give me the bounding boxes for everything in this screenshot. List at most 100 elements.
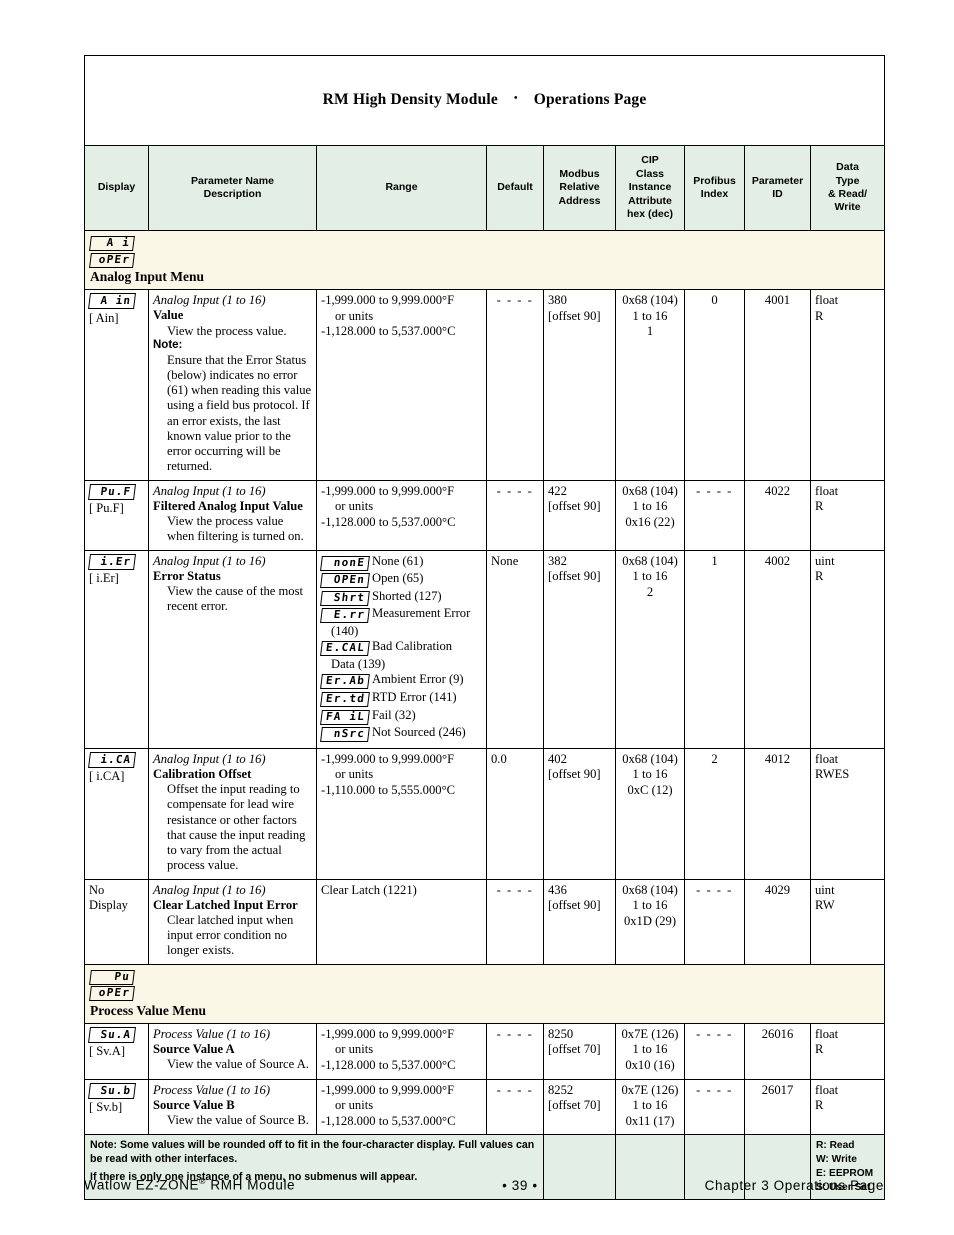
cell-profibus-index: - - - - <box>684 479 745 551</box>
column-header-data-type-line2: Type <box>835 174 860 187</box>
parameter-id: 26016 <box>761 1026 794 1041</box>
modbus-offset: [offset 90] <box>548 569 601 584</box>
column-header-range: Range <box>316 145 487 231</box>
parameter-row: No Display Analog Input (1 to 16) Clear La… <box>84 878 886 965</box>
modbus-offset: [offset 90] <box>548 767 601 782</box>
cell-modbus-address: 422 [offset 90] <box>543 479 616 551</box>
operations-page-table-container: RM High Density Module • Operations Page D… <box>83 55 886 1200</box>
range-fahrenheit: -1,999.000 to 9,999.000°F <box>321 751 455 766</box>
column-header-default: Default <box>486 145 544 231</box>
menu-display-codes: A i oPEr <box>89 236 879 268</box>
range-units: or units <box>335 499 374 514</box>
range-enum-label: Ambient Error (9) <box>372 672 464 687</box>
menu-section-title: Process Value Menu <box>90 1002 207 1018</box>
parameter-display-alt: [ i.CA] <box>89 769 125 784</box>
range-enum-display-code: E.CAL <box>320 641 370 656</box>
column-header-row: Display Parameter Name Description Range … <box>84 145 886 231</box>
default-value: - - - - <box>496 1082 534 1097</box>
parameter-name: Calibration Offset <box>153 766 252 781</box>
parameter-id: 4022 <box>764 483 791 498</box>
range-celsius: -1,128.000 to 5,537.000°C <box>321 1058 456 1073</box>
column-header-cip-line1: CIP <box>641 154 659 167</box>
page-title-section: Operations Page <box>533 91 647 109</box>
profibus-index: - - - - <box>696 1026 733 1041</box>
cell-data-type: float R <box>809 479 886 551</box>
column-header-cip-line5: hex (dec) <box>626 208 674 221</box>
cip-instance: 1 to 16 <box>632 499 668 514</box>
cell-data-type: float RWES <box>809 747 886 880</box>
modbus-address: 402 <box>548 751 567 766</box>
range-fahrenheit: -1,999.000 to 9,999.000°F <box>321 1026 455 1041</box>
parameter-display-code: Su.b <box>87 1082 137 1100</box>
parameter-description: View the process value when filtering is… <box>167 514 304 544</box>
data-type: float <box>815 483 839 498</box>
parameter-display-code: i.CA <box>87 751 137 769</box>
cell-data-type: float R <box>809 1078 886 1136</box>
read-write-flags: R <box>815 308 824 323</box>
cell-display: Pu.F[ Pu.F] <box>84 479 149 551</box>
table-title-row: RM High Density Module • Operations Page <box>83 55 886 146</box>
range-enum-display-code: Er.td <box>320 692 370 707</box>
parameter-name: Value <box>153 308 184 323</box>
read-write-flags: RW <box>815 898 835 913</box>
column-header-data-type: Data Type & Read/Write <box>809 145 886 231</box>
range-enum-display-code: nSrc <box>320 727 370 742</box>
range-units: or units <box>335 767 374 782</box>
column-header-cip-line4: Attribute <box>628 194 672 207</box>
parameter-name: Clear Latched Input Error <box>153 897 298 912</box>
data-type: uint <box>815 553 835 568</box>
modbus-address: 422 <box>548 483 567 498</box>
parameter-display-alt: [ Pu.F] <box>89 500 124 515</box>
menu-section-header-cell: A i oPEr Analog Input Menu <box>83 229 886 291</box>
table-header: RM High Density Module • Operations Page D… <box>83 55 886 231</box>
cell-parameter: Process Value (1 to 16) Source Value A Vie… <box>148 1022 317 1080</box>
range-enum-option: E.CAL Bad Calibration <box>320 639 482 656</box>
range-enum-option: Er.td RTD Error (141) <box>320 690 482 707</box>
data-type: float <box>815 293 839 308</box>
range-enum-label: Open (65) <box>372 571 424 586</box>
page-footer-chapter: Chapter 3 Operations Page <box>704 1177 884 1193</box>
range-enum-option: FA iL Fail (32) <box>320 707 482 725</box>
parameter-row: Su.A[ Sv.A] Process Value (1 to 16) Source… <box>84 1022 886 1080</box>
default-value: None <box>491 553 519 568</box>
parameter-display-alt: [ Ain] <box>89 310 119 325</box>
modbus-offset: [offset 90] <box>548 898 601 913</box>
cell-cip: 0x7E (126) 1 to 16 0x10 (16) <box>615 1022 685 1080</box>
cell-modbus-address: 380 [offset 90] <box>543 289 616 481</box>
modbus-address: 8252 <box>548 1082 574 1097</box>
range-enum-option: nSrc Not Sourced (246) <box>320 725 482 742</box>
page-footer-module: RMH Module <box>206 1177 296 1193</box>
range-celsius: -1,128.000 to 5,537.000°C <box>321 1113 456 1128</box>
range-enum-option: Er.Ab Ambient Error (9) <box>320 672 482 690</box>
range-enum-display-code: Shrt <box>320 590 370 606</box>
cell-display: Su.A[ Sv.A] <box>84 1022 149 1080</box>
read-write-flags: RWES <box>815 767 850 782</box>
cell-modbus-address: 8250 [offset 70] <box>543 1022 616 1080</box>
default-value: 0.0 <box>491 751 507 766</box>
column-header-parameter-name-line1: Parameter Name <box>191 174 274 187</box>
range-enum-label: None (61) <box>372 553 424 568</box>
parameter-id: 4029 <box>764 882 791 897</box>
cell-parameter-id: 4022 <box>744 479 811 551</box>
cell-parameter-id: 26016 <box>744 1022 811 1080</box>
range-enum-label: Not Sourced (246) <box>372 725 466 740</box>
profibus-index: - - - - <box>696 1082 733 1097</box>
profibus-index: 2 <box>711 751 718 766</box>
profibus-index: 0 <box>711 293 718 308</box>
cip-class: 0x7E (126) <box>621 1082 679 1097</box>
cip-class: 0x68 (104) <box>622 882 678 897</box>
parameter-description: View the value of Source B. <box>167 1113 309 1128</box>
menu-display-code-bottom: oPEr <box>89 252 135 268</box>
cell-cip: 0x68 (104) 1 to 16 1 <box>615 289 685 481</box>
range-units: or units <box>335 308 374 323</box>
cell-range: -1,999.000 to 9,999.000°F or units -1,110.… <box>316 747 487 880</box>
parameter-display-code: Pu.F <box>87 483 137 500</box>
parameter-id: 4002 <box>764 553 791 568</box>
cip-class: 0x7E (126) <box>621 1026 679 1041</box>
range-celsius: -1,128.000 to 5,537.000°C <box>321 514 456 529</box>
cell-display: i.CA[ i.CA] <box>84 747 149 880</box>
range-enum-label: Fail (32) <box>372 707 416 722</box>
profibus-index: 1 <box>711 553 718 568</box>
column-header-parameter-id-line1: Parameter <box>751 174 804 187</box>
page-footer-product: Watlow EZ-ZONE <box>84 1177 200 1193</box>
